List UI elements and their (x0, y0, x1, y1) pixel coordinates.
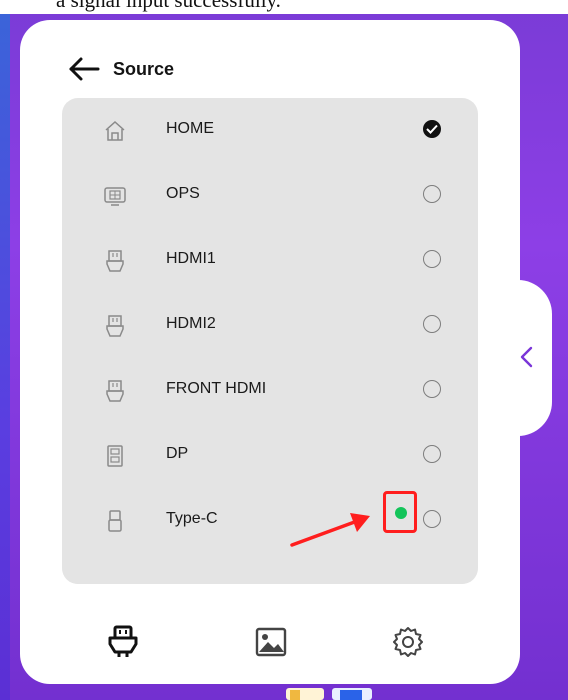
hdmi-icon (106, 380, 124, 402)
caption-text: a signal input successfully. (56, 0, 281, 12)
hdmi-icon (106, 250, 124, 272)
gear-icon (393, 627, 423, 657)
nav-display[interactable] (253, 624, 289, 660)
radio-unselected[interactable] (423, 380, 441, 398)
panel-header: Source (67, 54, 174, 84)
radio-unselected[interactable] (423, 315, 441, 333)
hdmi-icon (106, 315, 124, 337)
background-edge (0, 14, 10, 700)
source-item-dp[interactable]: DP (62, 430, 478, 480)
source-item-hdmi1[interactable]: HDMI1 (62, 235, 478, 285)
signal-highlight-box (383, 491, 417, 533)
source-label: HDMI2 (166, 315, 216, 332)
source-label: Type-C (166, 510, 218, 527)
dock-peek-icon (286, 688, 372, 700)
nav-settings[interactable] (390, 624, 426, 660)
check-icon (426, 124, 438, 134)
home-icon (105, 120, 125, 141)
radio-unselected[interactable] (423, 445, 441, 463)
source-label: HOME (166, 120, 214, 137)
source-item-home[interactable]: HOME (62, 105, 478, 155)
image-icon (255, 627, 287, 657)
chevron-left-icon (520, 346, 533, 368)
page-title: Source (113, 58, 175, 79)
back-arrow-icon[interactable] (67, 56, 101, 82)
radio-unselected[interactable] (423, 510, 441, 528)
source-label: OPS (166, 185, 200, 202)
radio-unselected[interactable] (423, 185, 441, 203)
caption-strip: a signal input successfully. (0, 0, 568, 14)
source-item-front-hdmi[interactable]: FRONT HDMI (62, 365, 478, 415)
source-list: HOME OPS HDMI1 HDMI2 FRONT HDMI DP Type-… (62, 98, 478, 584)
radio-unselected[interactable] (423, 250, 441, 268)
source-item-ops[interactable]: OPS (62, 170, 478, 220)
radio-selected[interactable] (423, 120, 441, 138)
source-item-hdmi2[interactable]: HDMI2 (62, 300, 478, 350)
type-c-icon (108, 510, 122, 532)
dp-icon (107, 445, 123, 467)
source-label: DP (166, 445, 189, 462)
signal-detected-dot (395, 507, 407, 519)
nav-source[interactable] (105, 624, 141, 660)
annotation-arrow-icon (290, 513, 370, 547)
ops-icon (104, 187, 126, 206)
source-label: HDMI1 (166, 250, 216, 267)
bottom-nav (20, 610, 520, 670)
list-scroll-fade (62, 556, 478, 584)
collapse-side-tab[interactable] (490, 280, 552, 436)
source-label: FRONT HDMI (166, 380, 267, 397)
source-plug-icon (108, 625, 138, 657)
